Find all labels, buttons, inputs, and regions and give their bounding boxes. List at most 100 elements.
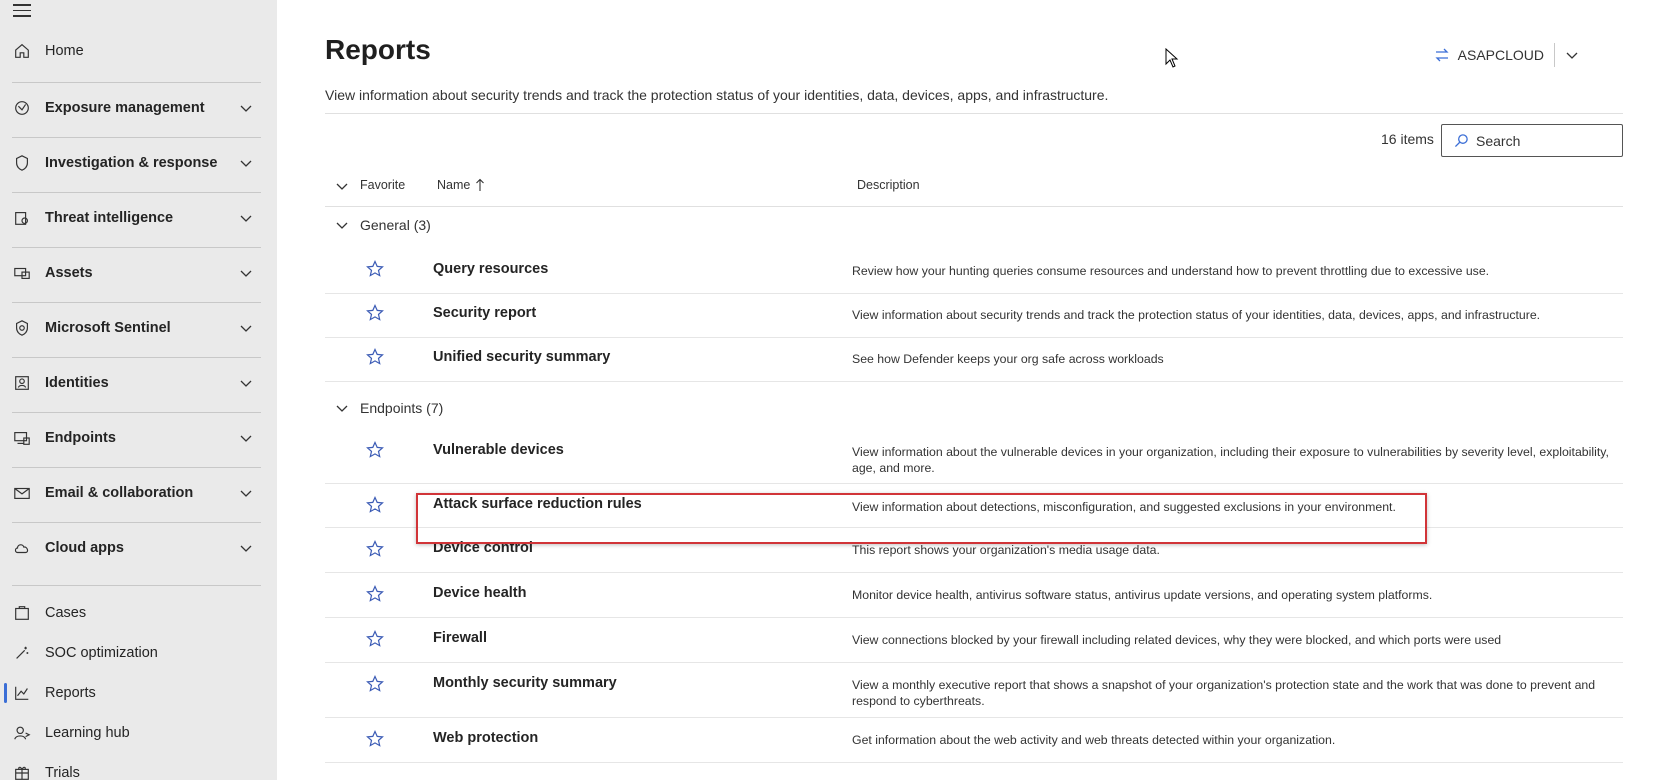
report-description: View information about security trends a…	[852, 308, 1541, 322]
group-label: General (3)	[360, 217, 431, 233]
report-description: Get information about the web activity a…	[852, 733, 1336, 747]
sidebar-item-soc-optimization[interactable]: SOC optimization	[0, 633, 261, 673]
report-name[interactable]: Device health	[433, 585, 527, 601]
sidebar-item-identities[interactable]: Identities	[0, 355, 261, 411]
wand-icon	[12, 643, 32, 663]
report-description: View information about the vulnerable de…	[852, 445, 1609, 475]
cases-icon	[12, 603, 32, 623]
sidebar-item-reports[interactable]: Reports	[0, 673, 261, 713]
sidebar-item-label: Email & collaboration	[45, 485, 194, 501]
collapse-all-chevron-icon[interactable]	[336, 180, 348, 192]
report-description: View connections blocked by your firewal…	[852, 633, 1502, 647]
table-row[interactable]: Query resources Review how your hunting …	[325, 250, 1623, 294]
identity-icon	[12, 373, 32, 393]
search-input[interactable]	[1476, 132, 1606, 149]
sidebar-item-label: Exposure management	[45, 100, 205, 116]
table-row[interactable]: Firewall View connections blocked by you…	[325, 618, 1623, 663]
column-header-name-label: Name	[437, 178, 471, 192]
report-name[interactable]: Unified security summary	[433, 349, 610, 365]
star-icon[interactable]	[366, 260, 384, 278]
sidebar-item-cloud-apps[interactable]: Cloud apps	[0, 520, 261, 576]
report-name[interactable]: Vulnerable devices	[433, 442, 564, 458]
chevron-down-icon	[336, 222, 348, 229]
search-box[interactable]	[1441, 124, 1623, 157]
star-icon[interactable]	[366, 304, 384, 322]
sidebar-item-assets[interactable]: Assets	[0, 245, 261, 301]
sidebar-item-cases[interactable]: Cases	[0, 593, 261, 633]
star-icon[interactable]	[366, 675, 384, 693]
sentinel-icon	[12, 318, 32, 338]
mouse-cursor-icon	[1165, 48, 1179, 68]
report-name[interactable]: Security report	[433, 305, 536, 321]
switch-icon	[1435, 48, 1449, 62]
star-icon[interactable]	[366, 441, 384, 459]
report-description: View a monthly executive report that sho…	[852, 678, 1596, 708]
table-row[interactable]: Device control This report shows your or…	[325, 528, 1623, 573]
column-header-name[interactable]: Name	[437, 178, 485, 192]
sidebar-item-label: Cloud apps	[45, 540, 124, 556]
sidebar-item-home[interactable]: Home	[0, 31, 261, 71]
sidebar-item-microsoft-sentinel[interactable]: Microsoft Sentinel	[0, 300, 261, 356]
report-name[interactable]: Web protection	[433, 730, 538, 746]
sidebar-item-trials[interactable]: Trials	[0, 753, 261, 780]
exposure-icon	[12, 98, 32, 118]
assets-icon	[12, 263, 32, 283]
chevron-down-icon	[240, 490, 252, 497]
report-name[interactable]: Firewall	[433, 630, 487, 646]
table-row[interactable]: Device health Monitor device health, ant…	[325, 573, 1623, 618]
sidebar-item-endpoints[interactable]: Endpoints	[0, 410, 261, 466]
chevron-down-icon	[1566, 52, 1578, 59]
report-name[interactable]: Device control	[433, 540, 533, 556]
sidebar-item-label: Trials	[45, 765, 80, 780]
star-icon[interactable]	[366, 540, 384, 558]
star-icon[interactable]	[366, 630, 384, 648]
chevron-down-icon	[240, 435, 252, 442]
chevron-down-icon	[240, 105, 252, 112]
report-description: Review how your hunting queries consume …	[852, 264, 1490, 278]
report-name[interactable]: Query resources	[433, 261, 548, 277]
table-row[interactable]: Vulnerable devices View information abou…	[325, 434, 1623, 484]
sidebar: Home Exposure management Investigation &…	[0, 0, 277, 780]
sidebar-item-label: SOC optimization	[45, 645, 158, 661]
star-icon[interactable]	[366, 348, 384, 366]
table-row[interactable]: Monthly security summary View a monthly …	[325, 663, 1623, 718]
tenant-switcher[interactable]: ASAPCLOUD	[1434, 43, 1579, 67]
items-count: 16 items	[1381, 131, 1434, 147]
report-name[interactable]: Monthly security summary	[433, 675, 617, 691]
sidebar-item-learning-hub[interactable]: Learning hub	[0, 713, 261, 753]
report-name[interactable]: Attack surface reduction rules	[433, 496, 642, 512]
sidebar-item-threat-intelligence[interactable]: Threat intelligence	[0, 190, 261, 246]
chevron-down-icon	[240, 215, 252, 222]
home-icon	[12, 41, 32, 61]
group-header-general[interactable]: General (3)	[325, 210, 1623, 240]
page-title: Reports	[325, 34, 431, 65]
report-description: View information about detections, misco…	[852, 500, 1396, 514]
chevron-down-icon	[240, 380, 252, 387]
star-icon[interactable]	[366, 730, 384, 748]
star-icon[interactable]	[366, 496, 384, 514]
report-description: Monitor device health, antivirus softwar…	[852, 588, 1433, 602]
table-row[interactable]: Unified security summary See how Defende…	[325, 338, 1623, 382]
column-header-description[interactable]: Description	[857, 178, 920, 192]
threat-intel-icon	[12, 208, 32, 228]
chevron-down-icon	[336, 405, 348, 412]
star-icon[interactable]	[366, 585, 384, 603]
sidebar-item-investigation-response[interactable]: Investigation & response	[0, 135, 261, 191]
sidebar-item-label: Learning hub	[45, 725, 130, 741]
hamburger-menu-icon[interactable]	[13, 4, 31, 18]
shield-icon	[12, 153, 32, 173]
chevron-down-icon	[240, 545, 252, 552]
sidebar-item-exposure-management[interactable]: Exposure management	[0, 80, 261, 136]
table-row[interactable]: Security report View information about s…	[325, 294, 1623, 338]
search-icon	[1454, 134, 1468, 148]
learning-icon	[12, 723, 32, 743]
table-row[interactable]: Attack surface reduction rules View info…	[325, 484, 1623, 528]
sidebar-item-email-collaboration[interactable]: Email & collaboration	[0, 465, 261, 521]
chart-icon	[12, 683, 32, 703]
sidebar-item-label: Cases	[45, 605, 87, 621]
tenant-name: ASAPCLOUD	[1457, 47, 1544, 63]
group-header-endpoints[interactable]: Endpoints (7)	[325, 393, 1623, 423]
column-header-favorite[interactable]: Favorite	[360, 178, 405, 192]
table-header: Favorite Name Description	[325, 170, 1623, 207]
table-row[interactable]: Web protection Get information about the…	[325, 718, 1623, 763]
